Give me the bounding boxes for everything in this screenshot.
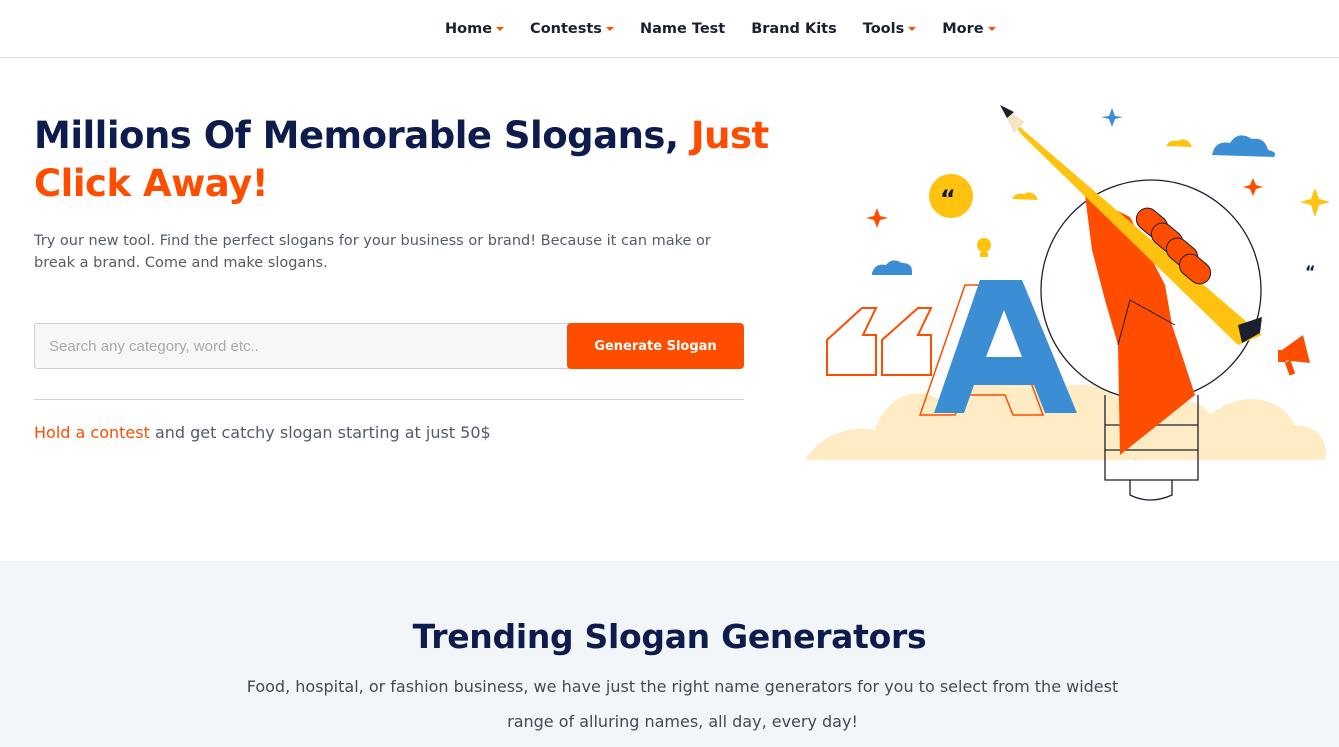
cloud-icon [872, 260, 912, 275]
cloud-icon [1212, 135, 1276, 157]
cloud-icon [1012, 192, 1038, 200]
nav-item-label: Name Test [639, 20, 726, 37]
small-bulb-icon [977, 238, 991, 257]
trending-section: Trending Slogan Generators Food, hospita… [0, 561, 1339, 747]
contest-promo-text: and get catchy slogan starting at just 5… [149, 423, 491, 442]
generate-slogan-button[interactable]: Generate Slogan [567, 323, 744, 369]
sparkle-icon [1243, 178, 1263, 196]
nav-item-label: Tools [862, 20, 905, 37]
trending-description: Food, hospital, or fashion business, we … [246, 677, 1119, 731]
nav-item-contests[interactable]: Contests [530, 21, 614, 37]
search-input[interactable] [34, 323, 574, 369]
trending-title: Trending Slogan Generators [412, 617, 927, 656]
nav-item-brand-kits[interactable]: Brand Kits [751, 21, 837, 37]
caret-down-icon [908, 26, 917, 31]
hero-title: Millions Of Memorable Slogans, Just Clic… [34, 112, 794, 208]
sparkle-icon [1300, 188, 1330, 217]
megaphone-icon [1278, 335, 1310, 376]
svg-text:“: “ [940, 185, 956, 213]
quote-bubble-icon: “ [929, 174, 973, 218]
hero-title-main: Millions Of Memorable Slogans, [34, 114, 691, 157]
main-menu: Home Contests Name Test Brand Kits Tools… [445, 0, 996, 57]
nav-item-tools[interactable]: Tools [863, 21, 917, 37]
sparkle-icon [866, 208, 888, 228]
hero-illustration: “ “ [805, 105, 1330, 501]
top-navigation: Home Contests Name Test Brand Kits Tools… [0, 0, 1339, 58]
nav-item-home[interactable]: Home [445, 20, 505, 37]
slogan-search-form: Generate Slogan [34, 323, 744, 369]
divider [34, 399, 744, 400]
nav-item-more[interactable]: More [942, 20, 996, 37]
nav-item-label: More [942, 20, 984, 37]
nav-item-label: Contests [530, 20, 602, 37]
caret-down-icon [496, 26, 505, 31]
caret-down-icon [987, 26, 996, 31]
nav-item-name-test[interactable]: Name Test [640, 21, 725, 37]
quote-small-icon: “ [1305, 262, 1316, 281]
sparkle-icon [1101, 108, 1123, 127]
nav-item-label: Brand Kits [751, 20, 837, 37]
contest-promo: Hold a contest and get catchy slogan sta… [34, 423, 491, 442]
caret-down-icon [605, 26, 614, 31]
nav-item-label: Home [445, 20, 493, 37]
quote-mark-icon [826, 307, 933, 376]
cloud-icon [1166, 139, 1192, 147]
hold-contest-link[interactable]: Hold a contest [34, 423, 150, 442]
cloud-backdrop [805, 369, 1326, 460]
hero-description: Try our new tool. Find the perfect sloga… [34, 233, 711, 271]
